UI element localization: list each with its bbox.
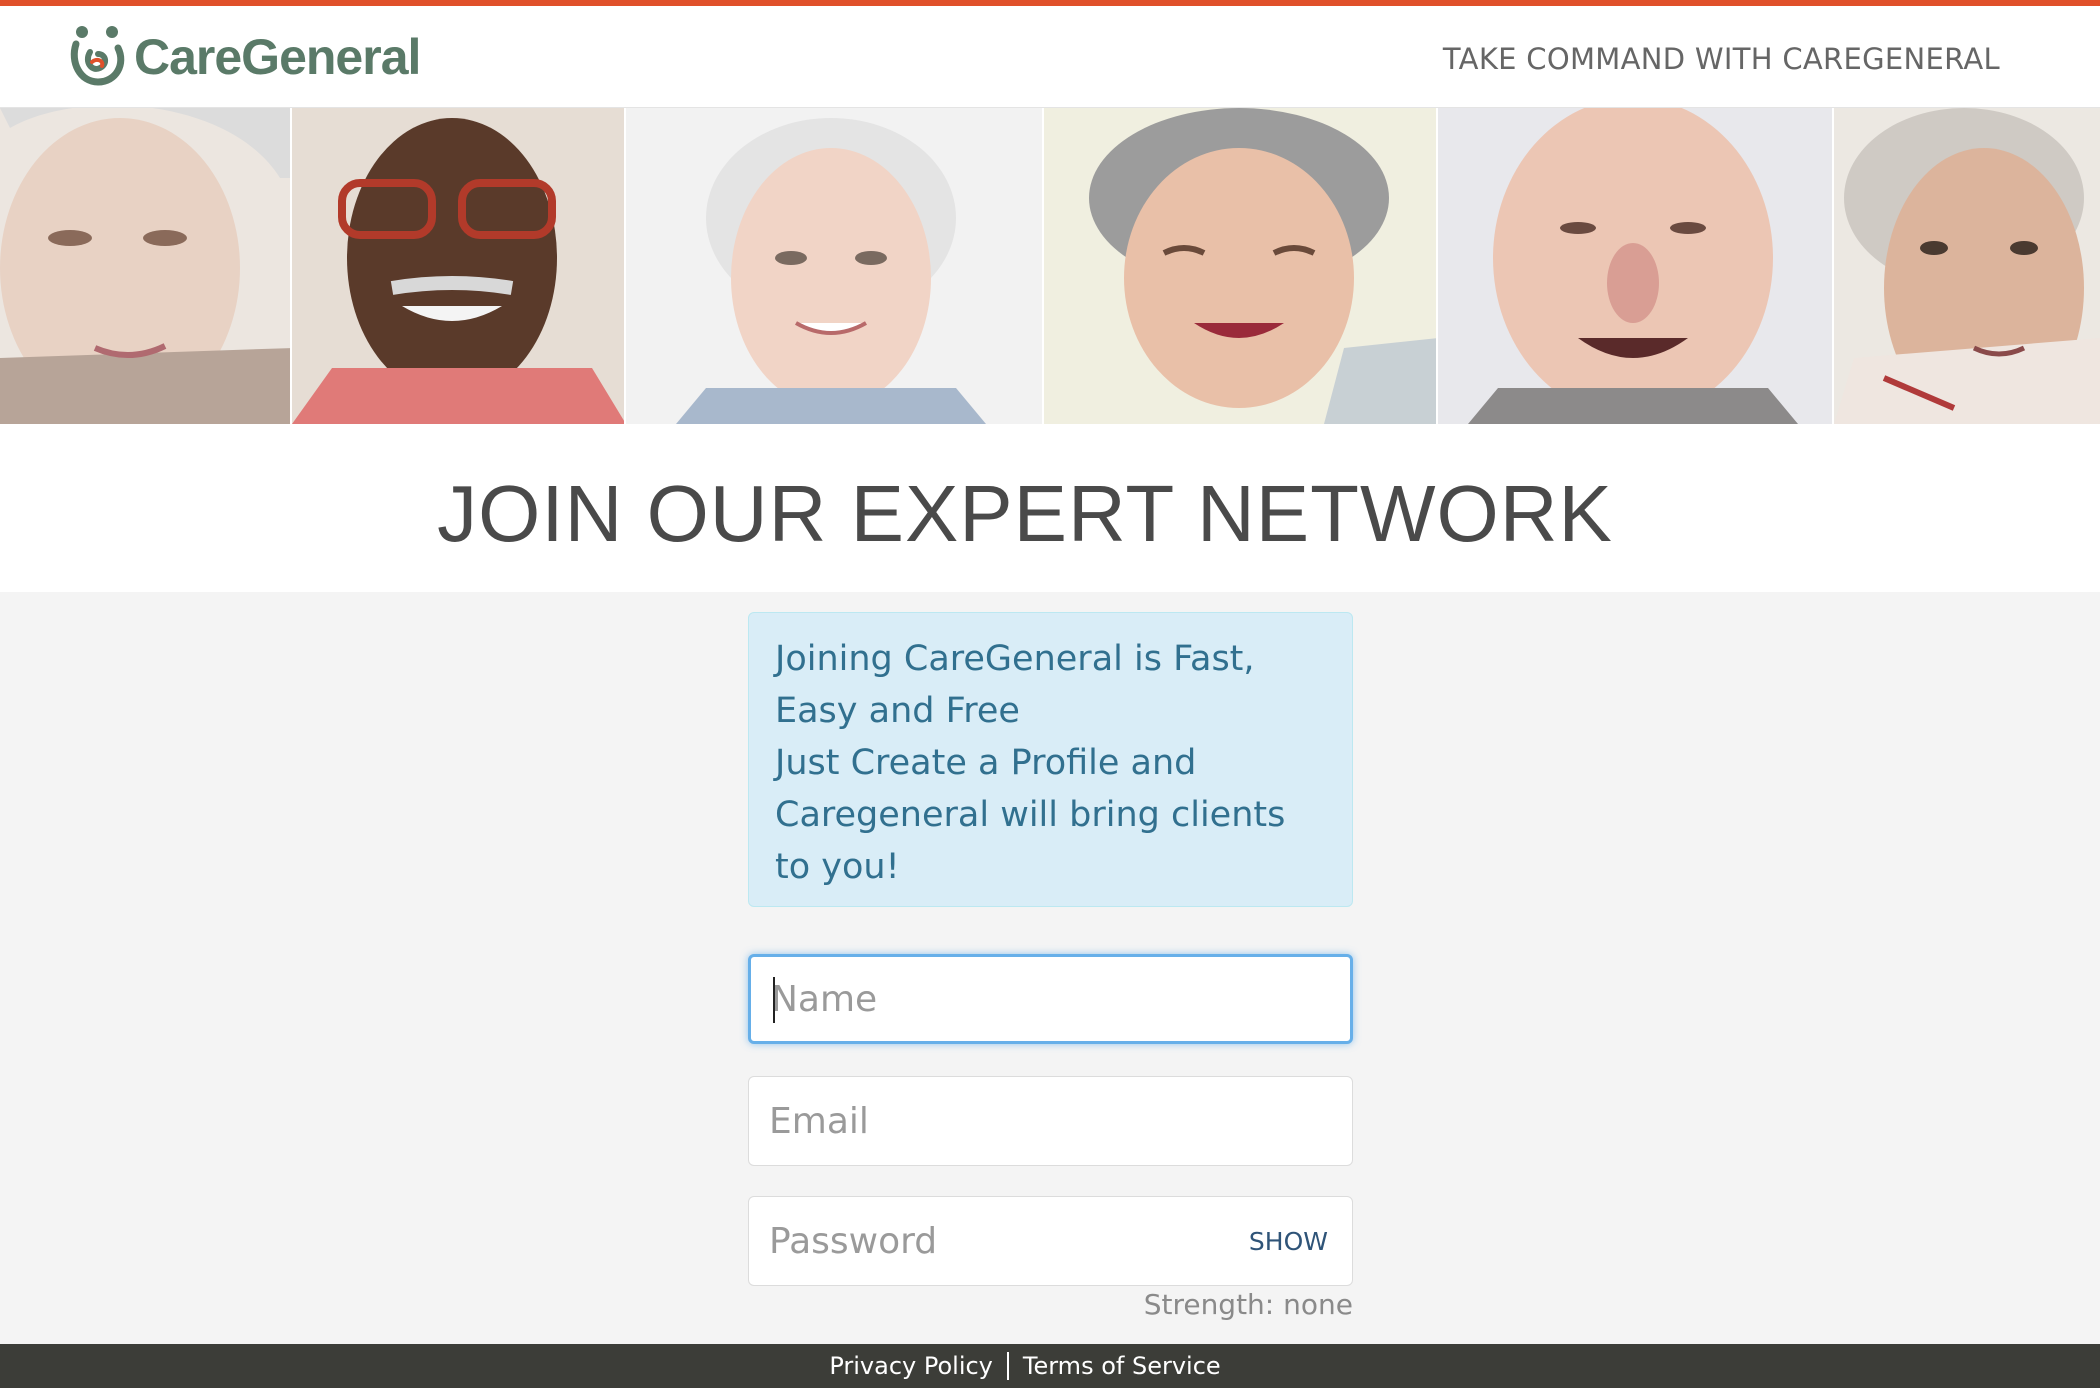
site-footer: Privacy Policy Terms of Service <box>0 1344 2100 1388</box>
info-alert: Joining CareGeneral is Fast, Easy and Fr… <box>748 612 1353 907</box>
portrait-photo-4 <box>1044 108 1438 424</box>
footer-links: Privacy Policy Terms of Service <box>829 1344 1221 1388</box>
page: CareGeneral TAKE COMMAND WITH CAREGENERA… <box>0 0 2100 1388</box>
show-password-button[interactable]: SHOW <box>1247 1223 1330 1260</box>
text-caret <box>773 977 775 1023</box>
portrait-photo-3 <box>626 108 1044 424</box>
terms-of-service-link[interactable]: Terms of Service <box>1023 1352 1221 1380</box>
password-strength-text: Strength: none <box>1143 1288 1353 1321</box>
tagline-link[interactable]: TAKE COMMAND WITH CAREGENERAL <box>1443 42 2000 76</box>
title-band: JOIN OUR EXPERT NETWORK <box>0 424 2100 592</box>
site-header: CareGeneral TAKE COMMAND WITH CAREGENERA… <box>0 6 2100 108</box>
signup-form: Joining CareGeneral is Fast, Easy and Fr… <box>748 612 1353 1321</box>
info-line: Easy and Free <box>775 691 1020 731</box>
password-field: SHOW <box>748 1196 1353 1286</box>
info-line: Just Create a Profile and <box>775 743 1197 783</box>
privacy-policy-link[interactable]: Privacy Policy <box>829 1352 993 1380</box>
info-line: Joining CareGeneral is Fast, <box>775 639 1255 679</box>
logo-link[interactable]: CareGeneral <box>68 22 421 92</box>
name-input[interactable] <box>751 957 1350 1041</box>
name-field <box>748 954 1353 1044</box>
footer-divider <box>1006 1352 1009 1380</box>
portrait-photo-6 <box>1834 108 2100 424</box>
portrait-photo-1 <box>0 108 292 424</box>
email-input[interactable] <box>749 1077 1352 1165</box>
email-field <box>748 1076 1353 1166</box>
page-title: JOIN OUR EXPERT NETWORK <box>437 469 1613 558</box>
info-line: Caregeneral will bring clients <box>775 795 1286 835</box>
logo-text: CareGeneral <box>134 29 421 85</box>
info-line: to you! <box>775 847 900 887</box>
portrait-photo-strip <box>0 108 2100 424</box>
portrait-photo-5 <box>1438 108 1834 424</box>
caregeneral-logo-icon <box>68 22 128 92</box>
portrait-photo-2 <box>292 108 626 424</box>
